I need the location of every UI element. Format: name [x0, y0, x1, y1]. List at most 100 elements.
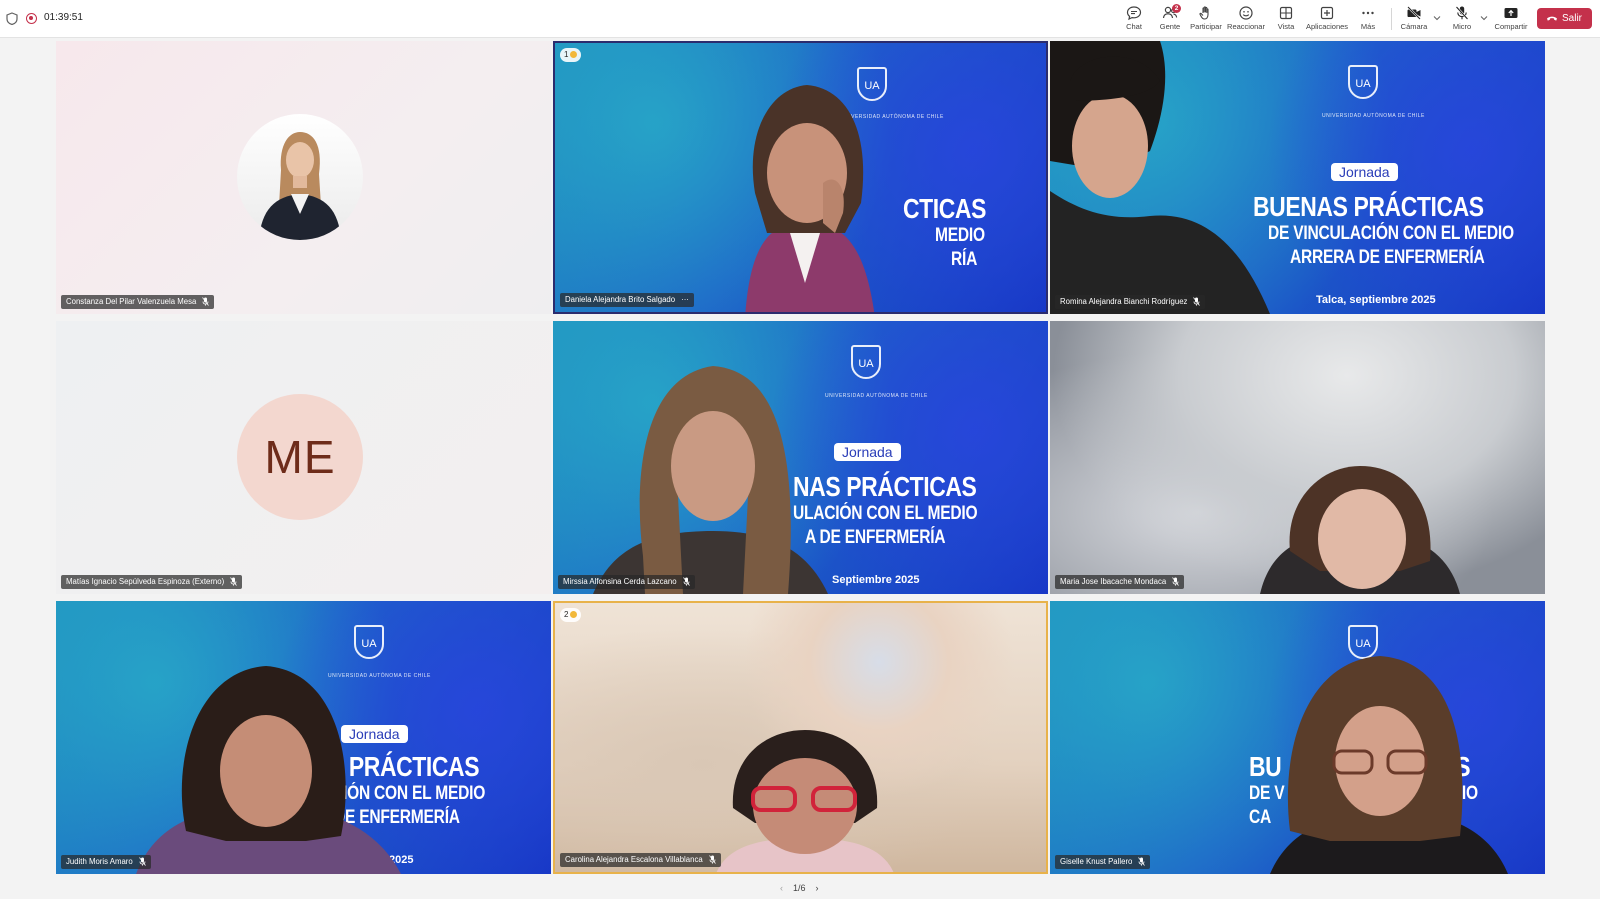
- hand-queue-number: 1: [564, 50, 569, 59]
- participant-name-tag: Mirssia Alfonsina Cerda Lazcano: [558, 575, 695, 589]
- hang-up-icon: [1547, 16, 1557, 21]
- participant-name: Mirssia Alfonsina Cerda Lazcano: [563, 577, 677, 586]
- university-name: UNIVERSIDAD AUTÓNOMA DE CHILE: [825, 393, 928, 399]
- mic-muted-icon: [1138, 857, 1146, 866]
- camera-off-icon: [1407, 6, 1421, 20]
- participant-profile-photo: [237, 114, 363, 240]
- banner-jornada: Jornada: [834, 443, 901, 461]
- recording-icon: [26, 13, 37, 24]
- raise-hand-label: Participar: [1190, 22, 1222, 31]
- mic-muted-icon: [682, 577, 690, 586]
- banner-subtitle-partial: MEDIO: [935, 225, 985, 246]
- participant-video-person: [1050, 41, 1270, 314]
- mic-options-chevron-icon[interactable]: [1480, 14, 1488, 22]
- apps-label: Aplicaciones: [1305, 22, 1349, 31]
- share-screen-icon: [1504, 8, 1518, 18]
- mic-muted-icon: [1193, 297, 1201, 306]
- participant-name: Matías Ignacio Sepúlveda Espinoza (Exter…: [66, 577, 225, 586]
- mic-muted-icon: [230, 577, 238, 586]
- video-tile[interactable]: UA BU ICAS DE V MEDIO CA Giselle Knust P…: [1050, 601, 1545, 874]
- participant-name-tag: Daniela Alejandra Brito Salgado ···: [560, 293, 694, 307]
- camera-options-chevron-icon[interactable]: [1433, 14, 1441, 22]
- university-name: UNIVERSIDAD AUTÓNOMA DE CHILE: [1322, 113, 1425, 119]
- raised-hand-indicator: 1: [560, 48, 582, 62]
- grid-view-icon: [1279, 6, 1293, 20]
- camera-label: Cámara: [1400, 22, 1428, 31]
- participant-video-person: [593, 366, 828, 594]
- video-tile[interactable]: UA UNIVERSIDAD AUTÓNOMA DE CHILE Jornada…: [1050, 41, 1545, 314]
- view-label: Vista: [1277, 22, 1295, 31]
- raised-hand-indicator: 2: [560, 608, 582, 622]
- react-emoji-icon: [1239, 6, 1253, 20]
- banner-subtitle: DE VINCULACIÓN CON EL MEDIO: [1268, 223, 1514, 244]
- participant-initials-avatar: ME: [237, 394, 363, 520]
- mic-muted-icon: [202, 297, 210, 306]
- raise-hand-button[interactable]: Participar: [1189, 5, 1223, 33]
- participant-video-person: [1270, 656, 1508, 874]
- react-label: Reaccionar: [1227, 22, 1265, 31]
- video-tile[interactable]: Maria Jose Ibacache Mondaca: [1050, 321, 1545, 594]
- raised-hand-icon: [570, 51, 578, 58]
- meeting-timer: 01:39:51: [44, 12, 83, 23]
- camera-button[interactable]: Cámara: [1399, 5, 1429, 33]
- view-button[interactable]: Vista: [1275, 5, 1297, 33]
- participant-video-person: [745, 85, 875, 312]
- toolbar-divider: [1391, 8, 1392, 30]
- mic-button[interactable]: Micro: [1449, 5, 1475, 33]
- participant-name: Judith Moris Amaro: [66, 857, 133, 866]
- people-button[interactable]: 2 Gente: [1155, 4, 1185, 33]
- leave-button[interactable]: Salir: [1537, 8, 1592, 29]
- gallery-pager: ‹ 1/6 ›: [775, 883, 824, 893]
- chat-label: Chat: [1126, 22, 1142, 31]
- react-button[interactable]: Reaccionar: [1227, 5, 1265, 33]
- raised-hand-icon: [570, 611, 578, 618]
- chat-icon: [1126, 6, 1142, 21]
- mic-muted-icon: [1172, 577, 1180, 586]
- more-label: Más: [1360, 22, 1376, 31]
- person-portrait-icon: [259, 132, 341, 240]
- participant-video-person: [1260, 466, 1460, 594]
- participant-name: Giselle Knust Pallero: [1060, 857, 1133, 866]
- video-tile-active[interactable]: UA UNIVERSIDAD AUTÓNOMA DE CHILE CTICAS …: [553, 41, 1048, 314]
- participant-video-person: [716, 730, 894, 872]
- mic-muted-icon: [708, 855, 716, 864]
- more-options-icon[interactable]: ···: [681, 295, 689, 304]
- participant-name-tag: Maria Jose Ibacache Mondaca: [1055, 575, 1185, 589]
- participant-video-person: [136, 666, 401, 874]
- mic-off-icon: [1455, 6, 1469, 20]
- participant-name-tag: Judith Moris Amaro: [61, 855, 151, 869]
- video-tile[interactable]: UA UNIVERSIDAD AUTÓNOMA DE CHILE Jornada…: [553, 321, 1048, 594]
- participant-name-tag: Constanza Del Pilar Valenzuela Mesa: [61, 295, 215, 309]
- people-count-badge: 2: [1172, 4, 1181, 13]
- mic-label: Micro: [1452, 22, 1472, 31]
- participant-name-tag: Giselle Knust Pallero: [1055, 855, 1151, 869]
- participant-name: Constanza Del Pilar Valenzuela Mesa: [66, 297, 197, 306]
- raise-hand-icon: [1199, 6, 1209, 20]
- participant-name: Romina Alejandra Bianchi Rodríguez: [1060, 297, 1188, 306]
- university-logo: UA: [1348, 65, 1378, 99]
- banner-title: BUENAS PRÁCTICAS: [1253, 191, 1484, 222]
- add-app-icon: [1320, 6, 1334, 20]
- video-tile-hand-raised[interactable]: 2 Carolina Alejandra Escalona Villablanc…: [553, 601, 1048, 874]
- banner-career: ARRERA DE ENFERMERÍA: [1290, 247, 1485, 268]
- video-tile[interactable]: UA UNIVERSIDAD AUTÓNOMA DE CHILE Jornada…: [56, 601, 551, 874]
- banner-career-partial: RÍA: [951, 249, 978, 270]
- participant-name: Daniela Alejandra Brito Salgado: [565, 295, 676, 304]
- video-tile[interactable]: ME Matías Ignacio Sepúlveda Espinoza (Ex…: [56, 321, 551, 594]
- next-page-chevron-icon[interactable]: ›: [816, 883, 819, 893]
- apps-button[interactable]: Aplicaciones: [1305, 5, 1349, 33]
- participant-name-tag: Matías Ignacio Sepúlveda Espinoza (Exter…: [61, 575, 243, 589]
- hand-queue-number: 2: [564, 610, 569, 619]
- university-logo: UA: [851, 345, 881, 379]
- more-button[interactable]: Más: [1358, 5, 1378, 33]
- participant-name: Carolina Alejandra Escalona Villablanca: [565, 855, 703, 864]
- participant-name: Maria Jose Ibacache Mondaca: [1060, 577, 1167, 586]
- meeting-toolbar: 01:39:51 Chat 2 Gente Participar Reaccio…: [0, 0, 1600, 38]
- video-tile[interactable]: Constanza Del Pilar Valenzuela Mesa: [56, 41, 551, 314]
- chat-button[interactable]: Chat: [1122, 5, 1146, 33]
- banner-date: Talca, septiembre 2025: [1316, 294, 1436, 306]
- previous-page-chevron-icon[interactable]: ‹: [780, 883, 783, 893]
- share-button[interactable]: Compartir: [1493, 5, 1529, 33]
- university-logo: UA: [354, 625, 384, 659]
- banner-jornada: Jornada: [1331, 163, 1398, 181]
